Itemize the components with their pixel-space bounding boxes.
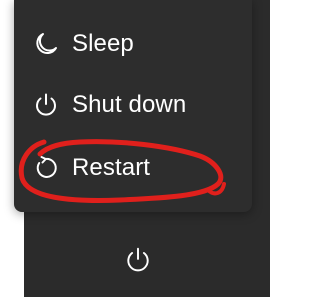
power-icon	[32, 91, 60, 119]
sleep-menu-item[interactable]: Sleep	[14, 14, 252, 74]
taskbar-power-button[interactable]	[118, 242, 158, 282]
restart-label: Restart	[72, 154, 151, 181]
shut-down-menu-item[interactable]: Shut down	[14, 75, 252, 135]
power-options-menu: Sleep Shut down Restart	[14, 0, 252, 212]
power-icon	[124, 246, 152, 279]
restart-icon	[32, 154, 60, 182]
moon-icon	[32, 30, 60, 58]
screenshot-stage: Sleep Shut down Restart	[0, 0, 270, 297]
restart-menu-item[interactable]: Restart	[14, 138, 252, 198]
sleep-label: Sleep	[72, 30, 134, 57]
shut-down-label: Shut down	[72, 91, 187, 118]
